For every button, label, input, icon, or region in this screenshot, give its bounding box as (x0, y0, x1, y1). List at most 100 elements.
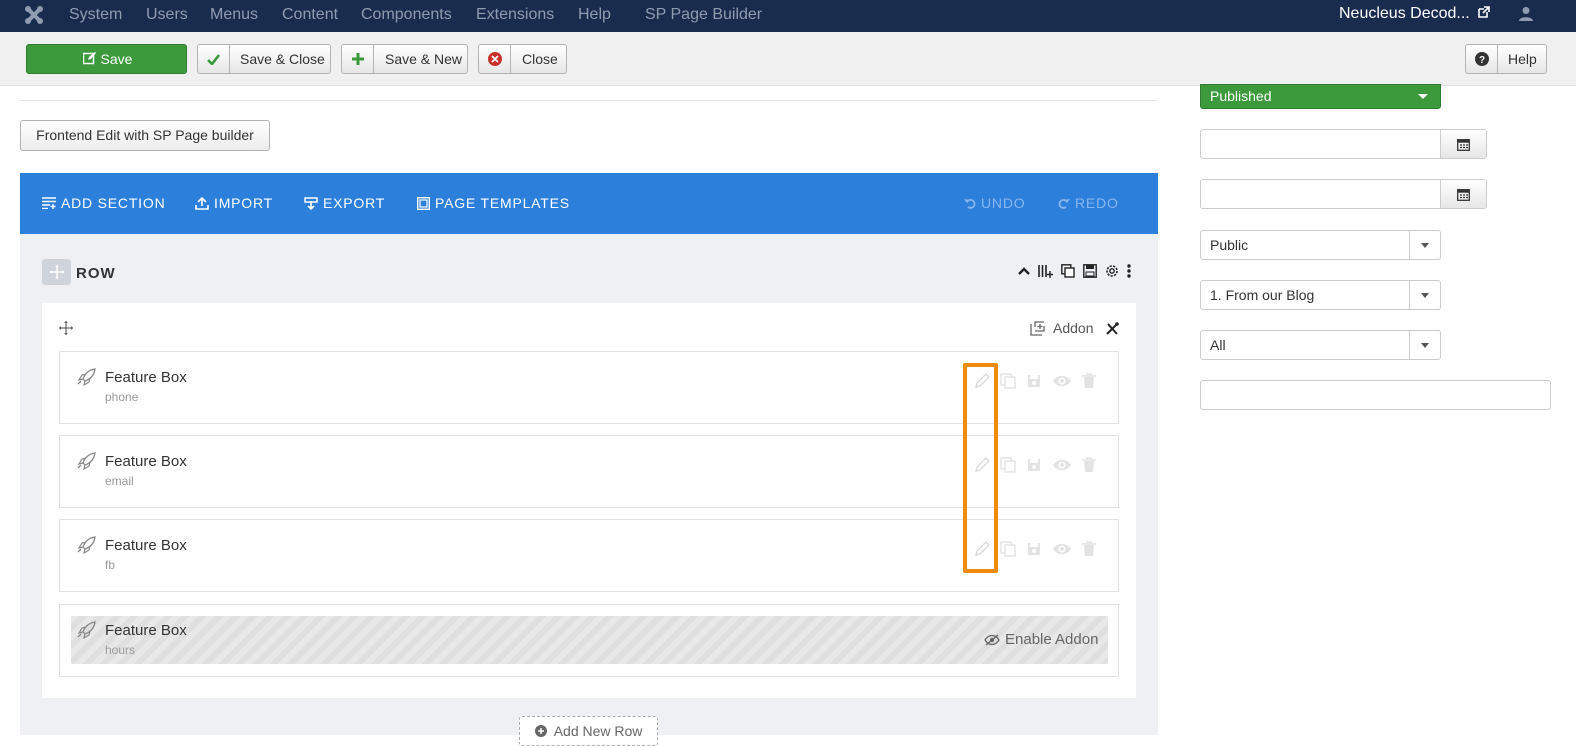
add-section-icon (42, 197, 56, 209)
calendar-icon[interactable] (1440, 180, 1486, 208)
top-navbar: System Users Menus Content Components Ex… (0, 0, 1576, 32)
joomla-logo-icon[interactable] (24, 5, 44, 25)
close-label: Close (522, 51, 558, 67)
language-select[interactable]: All (1200, 330, 1441, 360)
frontend-edit-button[interactable]: Frontend Edit with SP Page builder (20, 120, 270, 151)
menu-content[interactable]: Content (282, 6, 338, 24)
menu-components[interactable]: Components (361, 6, 452, 24)
addon-item[interactable]: Feature Box email (59, 435, 1119, 508)
trash-icon[interactable] (1082, 373, 1096, 389)
column-move-icon[interactable] (59, 321, 73, 335)
redo-icon (1058, 199, 1070, 209)
add-new-row-button[interactable]: Add New Row (519, 716, 658, 746)
tools-icon[interactable] (1106, 322, 1119, 335)
undo-label: UNDO (981, 195, 1026, 211)
add-section-button[interactable]: ADD SECTION (42, 195, 165, 211)
export-button[interactable]: EXPORT (304, 195, 385, 211)
page-templates-label: PAGE TEMPLATES (435, 195, 570, 211)
help-button[interactable]: ? Help (1465, 44, 1547, 74)
menu-sp-page-builder[interactable]: SP Page Builder (645, 6, 762, 24)
import-label: IMPORT (214, 195, 273, 211)
eye-icon[interactable] (1052, 542, 1072, 556)
addon-subtitle: email (105, 474, 134, 488)
chevron-down-icon (1409, 331, 1440, 359)
menu-extensions[interactable]: Extensions (476, 6, 554, 24)
addon-subtitle: hours (105, 643, 136, 657)
copy-icon[interactable] (1000, 373, 1016, 389)
addon-item[interactable]: Feature Box phone (59, 351, 1119, 424)
plus-icon (342, 45, 374, 73)
calendar-icon[interactable] (1440, 130, 1486, 158)
import-button[interactable]: IMPORT (195, 195, 273, 211)
site-link[interactable]: Neucleus Decod... (1339, 5, 1490, 23)
status-select[interactable]: Published (1200, 84, 1441, 109)
addon-title: Feature Box (105, 453, 187, 470)
copy-icon[interactable] (1000, 541, 1016, 557)
rocket-icon (77, 536, 96, 554)
language-value: All (1210, 337, 1226, 353)
columns-icon[interactable] (1038, 264, 1053, 278)
add-addon-icon (1030, 320, 1045, 336)
menu-system[interactable]: System (69, 6, 122, 24)
row-tools (1018, 264, 1131, 278)
category-select[interactable]: 1. From our Blog (1200, 280, 1441, 310)
save-icon[interactable] (1083, 264, 1097, 278)
redo-button[interactable]: REDO (1058, 195, 1119, 211)
svg-text:?: ? (1478, 55, 1484, 66)
addon-item[interactable]: Feature Box fb (59, 519, 1119, 592)
save-icon[interactable] (1026, 541, 1042, 557)
caret-down-icon (1418, 94, 1428, 99)
undo-icon (964, 199, 976, 209)
check-icon (198, 45, 230, 73)
export-label: EXPORT (323, 195, 386, 211)
addon-title: Feature Box (105, 369, 187, 386)
menu-help[interactable]: Help (578, 6, 611, 24)
save-icon[interactable] (1026, 457, 1042, 473)
action-toolbar: Save Save & Close Save & New Close ? Hel… (0, 32, 1576, 86)
enable-addon-button[interactable]: Enable Addon (984, 631, 1098, 648)
save-button[interactable]: Save (26, 44, 187, 74)
addon-item-disabled[interactable]: Feature Box hours Enable Addon (59, 604, 1119, 677)
menu-users[interactable]: Users (146, 6, 188, 24)
copy-icon[interactable] (1000, 457, 1016, 473)
row-drag-handle[interactable] (42, 259, 71, 285)
eye-icon[interactable] (1052, 458, 1072, 472)
publish-down-date-field[interactable] (1200, 179, 1487, 209)
save-close-button[interactable]: Save & Close (197, 44, 331, 74)
trash-icon[interactable] (1082, 457, 1096, 473)
add-addon-label: Addon (1053, 320, 1094, 336)
redo-label: REDO (1075, 195, 1119, 211)
add-addon-button[interactable]: Addon (1030, 320, 1093, 336)
gear-icon[interactable] (1105, 264, 1119, 278)
save-new-label: Save & New (385, 51, 463, 67)
page-builder-toolbar: ADD SECTION IMPORT EXPORT PAGE TEMPLATES… (20, 173, 1158, 234)
add-section-label: ADD SECTION (61, 195, 166, 211)
category-value: 1. From our Blog (1210, 287, 1315, 303)
close-circle-icon (479, 45, 511, 73)
duplicate-icon[interactable] (1061, 264, 1075, 278)
save-new-button[interactable]: Save & New (341, 44, 468, 74)
access-value: Public (1210, 237, 1249, 253)
more-options-icon[interactable] (1127, 264, 1131, 278)
trash-icon[interactable] (1082, 541, 1096, 557)
eye-icon[interactable] (1052, 374, 1072, 388)
addon-subtitle: phone (105, 390, 139, 404)
page-templates-button[interactable]: PAGE TEMPLATES (417, 195, 570, 211)
undo-button[interactable]: UNDO (964, 195, 1025, 211)
help-label: Help (1508, 51, 1537, 67)
user-icon[interactable] (1519, 6, 1533, 22)
upload-icon (195, 196, 209, 210)
close-button[interactable]: Close (478, 44, 567, 74)
chevron-down-icon (1409, 231, 1440, 259)
menu-menus[interactable]: Menus (210, 6, 258, 24)
alias-input[interactable] (1200, 380, 1551, 410)
publish-up-date-field[interactable] (1200, 129, 1487, 159)
site-name: Neucleus Decod... (1339, 5, 1470, 22)
collapse-icon[interactable] (1018, 266, 1030, 276)
chevron-down-icon (1409, 281, 1440, 309)
addon-title: Feature Box (105, 537, 187, 554)
content-divider (20, 100, 1158, 101)
save-icon[interactable] (1026, 373, 1042, 389)
access-select[interactable]: Public (1200, 230, 1441, 260)
status-value: Published (1210, 88, 1272, 104)
